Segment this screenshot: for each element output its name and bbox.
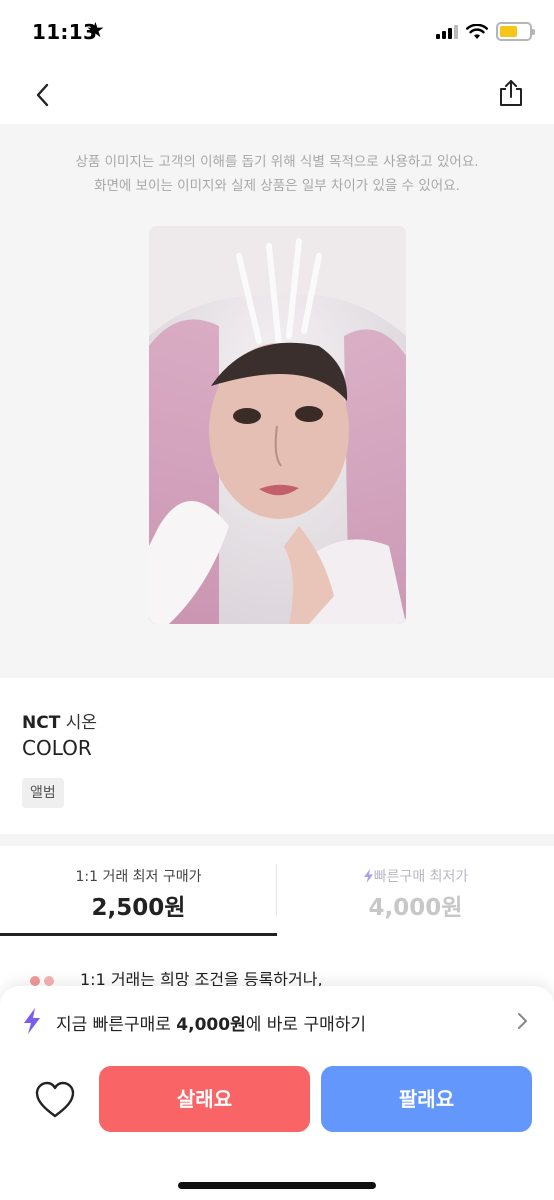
tab-quick-buy-label-row: 빠른구매 최저가 [277, 866, 554, 886]
wishlist-button[interactable] [34, 1080, 76, 1120]
screen: 11:13 ★ 상품 이미지는 고객의 이해를 돕기 위해 식별 목적으로 사용… [0, 0, 554, 1200]
status-icons [436, 22, 535, 41]
home-indicator [178, 1182, 376, 1189]
lightning-icon [24, 1008, 40, 1034]
star-icon: ★ [86, 18, 105, 42]
quick-buy-banner[interactable]: 지금 빠른구매로 4,000원에 바로 구매하기 [22, 1006, 532, 1038]
artist-name: NCT 시온 [22, 708, 97, 733]
heart-icon [35, 1081, 75, 1118]
photocard-image [149, 226, 406, 624]
album-title: COLOR [22, 736, 92, 760]
product-photo[interactable] [149, 226, 406, 624]
disclaimer-line-1: 상품 이미지는 고객의 이해를 돕기 위해 식별 목적으로 사용하고 있어요. [75, 154, 479, 170]
category-tag[interactable]: 앨범 [22, 778, 64, 808]
bottom-action-sheet: 지금 빠른구매로 4,000원에 바로 구매하기 살래요 팔래요 [0, 986, 554, 1200]
image-disclaimer: 상품 이미지는 고객의 이해를 돕기 위해 식별 목적으로 사용하고 있어요. … [0, 150, 554, 198]
sell-button[interactable]: 팔래요 [321, 1066, 532, 1132]
tab-direct-trade-label: 1:1 거래 최저 구매가 [75, 869, 202, 885]
back-button[interactable] [26, 78, 60, 112]
tab-quick-buy-value: 4,000원 [368, 895, 463, 921]
tab-quick-buy-price[interactable]: 빠른구매 최저가 4,000원 [277, 846, 554, 936]
buy-button[interactable]: 살래요 [99, 1066, 310, 1132]
quick-buy-text: 지금 빠른구매로 4,000원에 바로 구매하기 [56, 1010, 366, 1035]
tab-quick-buy-label: 빠른구매 최저가 [373, 869, 469, 885]
chevron-right-icon [518, 1013, 527, 1029]
artist-member: 시온 [65, 713, 97, 733]
disclaimer-line-2: 화면에 보이는 이미지와 실제 상품은 일부 차이가 있을 수 있어요. [94, 178, 460, 194]
share-button[interactable] [494, 76, 528, 110]
status-bar: 11:13 ★ [0, 0, 554, 64]
price-tabs: 1:1 거래 최저 구매가 2,500원 빠른구매 최저가 4,000원 [0, 846, 554, 936]
signal-icon [436, 24, 458, 39]
quick-buy-suffix: 에 바로 구매하기 [245, 1015, 367, 1035]
top-nav [0, 64, 554, 124]
note-dots-icon [30, 976, 54, 986]
product-image-area: 상품 이미지는 고객의 이해를 돕기 위해 식별 목적으로 사용하고 있어요. … [0, 124, 554, 678]
quick-buy-prefix: 지금 빠른구매로 [56, 1015, 177, 1035]
chevron-left-icon [36, 83, 49, 107]
battery-icon [496, 22, 535, 41]
quick-buy-price: 4,000원 [176, 1015, 246, 1035]
lightning-icon [363, 869, 373, 883]
wifi-icon [466, 23, 488, 39]
share-icon [500, 80, 522, 106]
tab-direct-trade-value: 2,500원 [91, 895, 186, 921]
artist-group: NCT [22, 713, 61, 733]
tab-direct-trade-price[interactable]: 1:1 거래 최저 구매가 2,500원 [0, 846, 277, 936]
section-divider [0, 834, 554, 846]
product-info: NCT 시온 COLOR 앨범 [0, 678, 554, 834]
